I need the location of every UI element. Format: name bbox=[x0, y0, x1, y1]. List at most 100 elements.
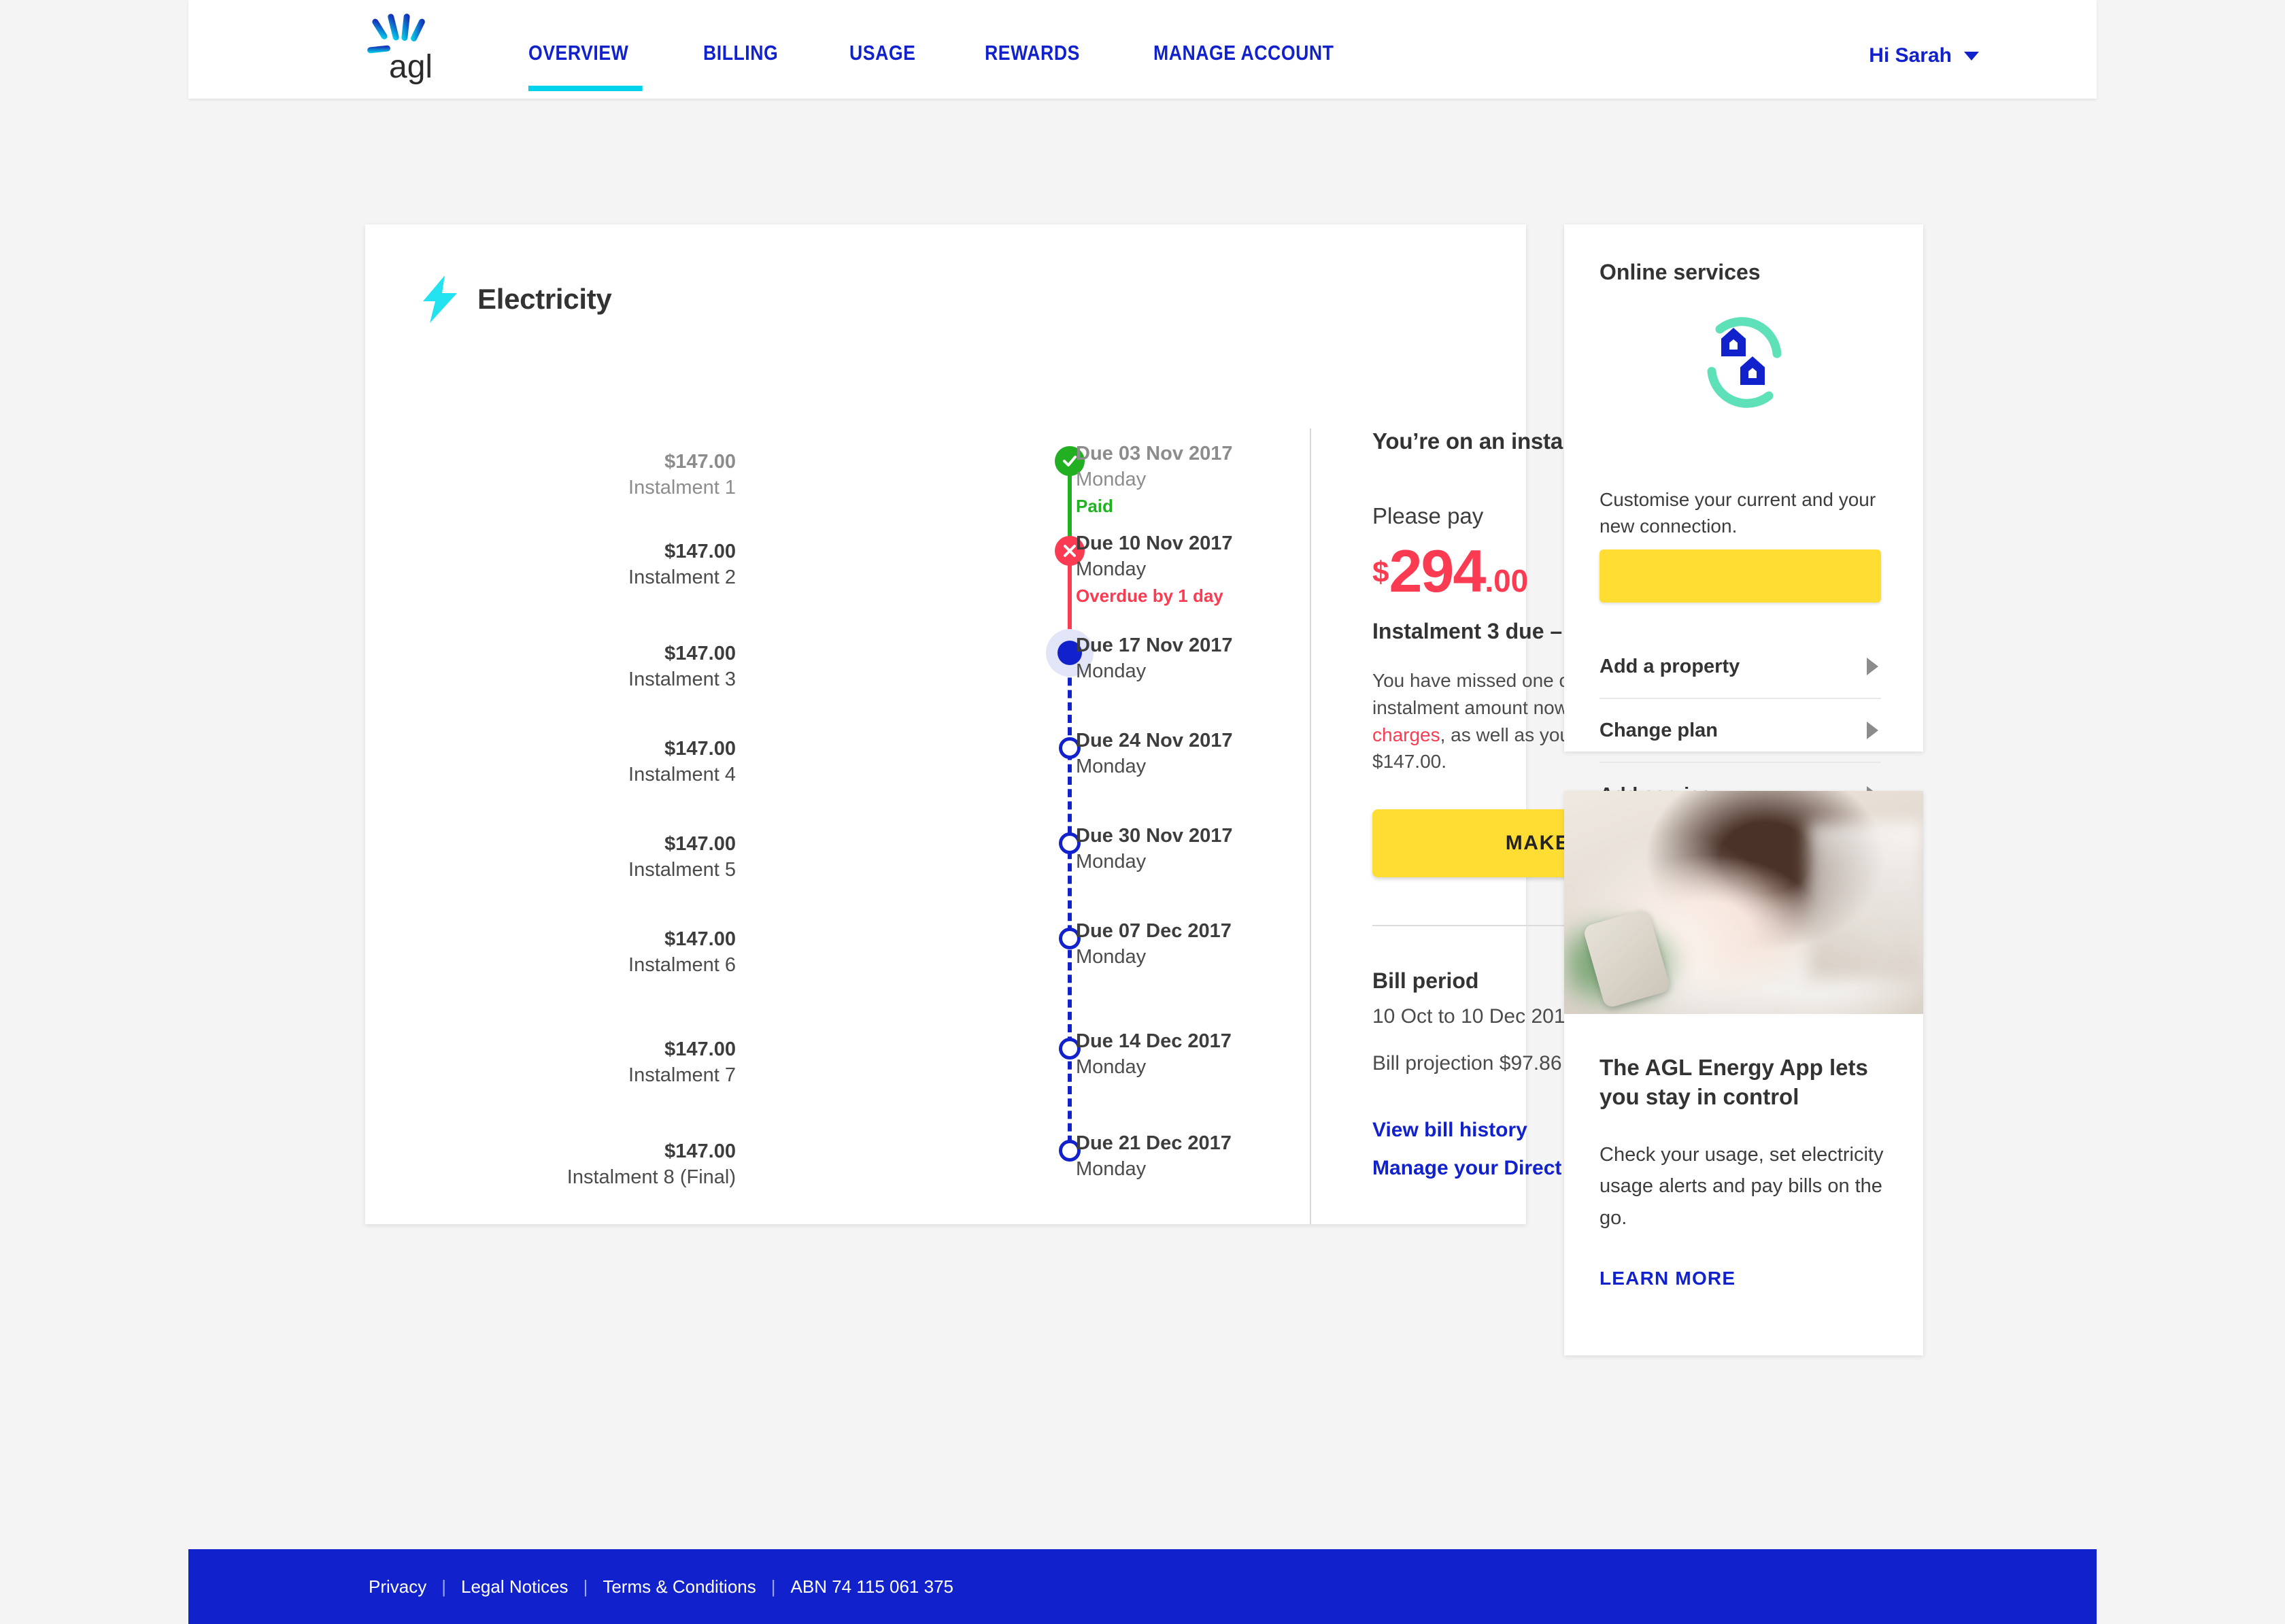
instalment-label: Instalment 6 bbox=[628, 954, 736, 977]
instalment-row: $147.00 Instalment 6 Due 07 Dec 2017 Mon… bbox=[423, 920, 1273, 1036]
promo-heading: The AGL Energy App lets you stay in cont… bbox=[1600, 1055, 1868, 1109]
bill-period-range: 10 Oct to 10 Dec 2017 bbox=[1372, 1005, 1577, 1028]
instalment-amount-block: $147.00 Instalment 4 bbox=[382, 736, 736, 788]
page-root: agl OVERVIEW BILLING USAGE REWARDS MANAG… bbox=[0, 0, 2285, 1624]
instalment-amount: $147.00 bbox=[664, 541, 736, 562]
nav-item-billing[interactable]: BILLING bbox=[703, 41, 778, 91]
instalment-due-block: Due 21 Dec 2017 Monday bbox=[1076, 1130, 1361, 1183]
nav-item-rewards[interactable]: REWARDS bbox=[985, 41, 1080, 91]
service-title: Electricity bbox=[477, 283, 612, 315]
instalment-amount: $147.00 bbox=[664, 1038, 736, 1060]
online-services-cta-button[interactable] bbox=[1600, 549, 1881, 603]
footer-separator: | bbox=[441, 1576, 447, 1597]
instalment-due-date: Due 03 Nov 2017 bbox=[1076, 443, 1233, 464]
instalment-status-badge: Overdue by 1 day bbox=[1076, 585, 1223, 606]
instalment-due-block: Due 10 Nov 2017 Monday Overdue by 1 day bbox=[1076, 530, 1361, 607]
two-houses-connection-icon bbox=[1564, 311, 1923, 413]
footer-link-privacy[interactable]: Privacy bbox=[369, 1576, 426, 1597]
footer-links: Privacy | Legal Notices | Terms & Condit… bbox=[369, 1576, 953, 1597]
instalment-due-block: Due 17 Nov 2017 Monday bbox=[1076, 632, 1361, 685]
amount-whole: 294 bbox=[1389, 537, 1486, 605]
instalment-row: $147.00 Instalment 2 Due 10 Nov 2017 Mon… bbox=[423, 532, 1273, 641]
footer-separator: | bbox=[771, 1576, 776, 1597]
instalment-due-block: Due 24 Nov 2017 Monday bbox=[1076, 728, 1361, 780]
instalment-due-block: Due 03 Nov 2017 Monday Paid bbox=[1076, 441, 1361, 518]
instalment-amount-block: $147.00 Instalment 7 bbox=[382, 1036, 736, 1089]
instalment-due-day: Monday bbox=[1076, 851, 1147, 873]
amount-cents: .00 bbox=[1485, 563, 1529, 598]
instalment-due-date: Due 24 Nov 2017 bbox=[1076, 730, 1233, 751]
instalment-label: Instalment 1 bbox=[628, 477, 736, 499]
instalment-amount-block: $147.00 Instalment 2 bbox=[382, 539, 736, 591]
instalment-label: Instalment 4 bbox=[628, 764, 736, 786]
instalment-amount: $147.00 bbox=[664, 643, 736, 664]
promo-body: The AGL Energy App lets you stay in cont… bbox=[1600, 1053, 1892, 1289]
promo-photo bbox=[1564, 791, 1923, 1014]
footer-separator: | bbox=[583, 1576, 588, 1597]
online-service-item-add-a-property[interactable]: Add a property bbox=[1600, 635, 1881, 699]
instalment-row: $147.00 Instalment 1 Due 03 Nov 2017 Mon… bbox=[423, 443, 1273, 539]
site-footer: Privacy | Legal Notices | Terms & Condit… bbox=[188, 1549, 2097, 1624]
footer-abn: ABN 74 115 061 375 bbox=[790, 1576, 953, 1597]
instalment-due-date: Due 21 Dec 2017 bbox=[1076, 1132, 1232, 1154]
instalment-amount: $147.00 bbox=[664, 833, 736, 855]
instalment-label: Instalment 7 bbox=[628, 1064, 736, 1087]
instalment-due-day: Monday bbox=[1076, 1158, 1147, 1181]
instalment-row: $147.00 Instalment 4 Due 24 Nov 2017 Mon… bbox=[423, 730, 1273, 831]
online-services-title: Online services bbox=[1600, 260, 1761, 284]
user-menu[interactable]: Hi Sarah bbox=[1869, 44, 1979, 67]
nav-item-manage-account[interactable]: MANAGE ACCOUNT bbox=[1153, 41, 1334, 91]
instalment-status-badge: Paid bbox=[1076, 495, 1113, 516]
instalment-amount-block: $147.00 Instalment 1 bbox=[382, 449, 736, 501]
instalment-label: Instalment 3 bbox=[628, 669, 736, 691]
instalment-due-block: Due 14 Dec 2017 Monday bbox=[1076, 1028, 1361, 1081]
online-service-item-label: Add a property bbox=[1600, 655, 1740, 677]
electricity-account-card: Electricity $147.00 Instalment 1 Due 03 … bbox=[365, 224, 1835, 1224]
online-service-item-label: Change plan bbox=[1600, 719, 1719, 741]
footer-link-terms-conditions[interactable]: Terms & Conditions bbox=[603, 1576, 756, 1597]
learn-more-link[interactable]: LEARN MORE bbox=[1600, 1268, 1736, 1289]
nav-item-overview[interactable]: OVERVIEW bbox=[528, 41, 643, 91]
promo-description: Check your usage, set electricity usage … bbox=[1600, 1143, 1884, 1229]
instalment-timeline: $147.00 Instalment 1 Due 03 Nov 2017 Mon… bbox=[423, 443, 1273, 1240]
instalment-amount: $147.00 bbox=[664, 738, 736, 760]
service-header: Electricity bbox=[423, 275, 612, 323]
chevron-right-icon bbox=[1867, 722, 1878, 739]
svg-text:agl: agl bbox=[389, 49, 433, 85]
instalment-due-day: Monday bbox=[1076, 469, 1147, 491]
instalment-due-date: Due 30 Nov 2017 bbox=[1076, 825, 1233, 847]
site-header: agl OVERVIEW BILLING USAGE REWARDS MANAG… bbox=[188, 0, 2097, 99]
user-greeting-label: Hi Sarah bbox=[1869, 44, 1952, 67]
lightning-bolt-icon bbox=[423, 275, 457, 323]
online-services-description: Customise your current and your new conn… bbox=[1600, 489, 1876, 537]
instalment-due-date: Due 14 Dec 2017 bbox=[1076, 1030, 1232, 1052]
agl-app-promo-card: The AGL Energy App lets you stay in cont… bbox=[1564, 791, 1923, 1355]
instalment-due-date: Due 07 Dec 2017 bbox=[1076, 920, 1232, 942]
instalment-due-day: Monday bbox=[1076, 756, 1147, 778]
instalment-amount-block: $147.00 Instalment 5 bbox=[382, 831, 736, 883]
agl-logo[interactable]: agl bbox=[360, 12, 449, 87]
chevron-down-icon bbox=[1964, 51, 1979, 61]
instalment-row: $147.00 Instalment 5 Due 30 Nov 2017 Mon… bbox=[423, 825, 1273, 926]
instalment-due-date: Due 10 Nov 2017 bbox=[1076, 532, 1233, 554]
instalment-row: $147.00 Instalment 7 Due 14 Dec 2017 Mon… bbox=[423, 1030, 1273, 1138]
nav-item-usage[interactable]: USAGE bbox=[849, 41, 915, 91]
instalment-row: $147.00 Instalment 8 (Final) Due 21 Dec … bbox=[423, 1132, 1273, 1240]
instalment-amount-block: $147.00 Instalment 3 bbox=[382, 641, 736, 693]
instalment-label: Instalment 8 (Final) bbox=[566, 1166, 736, 1189]
instalment-due-day: Monday bbox=[1076, 660, 1147, 683]
promo-photo-bg-right bbox=[1808, 822, 1923, 979]
instalment-due-block: Due 07 Dec 2017 Monday bbox=[1076, 918, 1361, 970]
instalment-amount: $147.00 bbox=[664, 451, 736, 473]
instalment-amount-block: $147.00 Instalment 6 bbox=[382, 926, 736, 979]
online-service-item-change-plan[interactable]: Change plan bbox=[1600, 699, 1881, 763]
online-services-card: Online services Customise your current a… bbox=[1564, 224, 1923, 806]
instalment-due-block: Due 30 Nov 2017 Monday bbox=[1076, 823, 1361, 875]
instalment-amount: $147.00 bbox=[664, 928, 736, 950]
instalment-amount-block: $147.00 Instalment 8 (Final) bbox=[382, 1138, 736, 1191]
currency-symbol: $ bbox=[1372, 556, 1389, 589]
footer-link-legal-notices[interactable]: Legal Notices bbox=[461, 1576, 569, 1597]
chevron-right-icon bbox=[1867, 658, 1878, 675]
instalment-due-day: Monday bbox=[1076, 946, 1147, 968]
instalment-label: Instalment 2 bbox=[628, 566, 736, 589]
